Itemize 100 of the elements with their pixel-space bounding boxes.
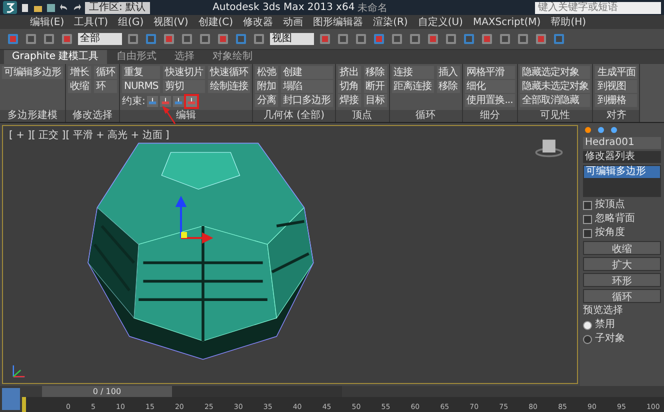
save-icon[interactable] [46, 2, 56, 12]
radio-label: 子对象 [595, 333, 625, 345]
ribbon-button[interactable]: 环 [94, 80, 117, 93]
radio-label: 禁用 [595, 319, 615, 331]
ribbon-button[interactable]: 到视图 [595, 80, 638, 93]
ribbon-button[interactable]: 可编辑多边形 [2, 66, 63, 79]
ribbon-tab[interactable]: 选择 [166, 50, 203, 64]
time-slider-thumb[interactable]: 0 / 100 [42, 386, 172, 397]
ribbon-button[interactable]: 分离 [255, 94, 278, 107]
checkbox[interactable] [583, 214, 592, 224]
ribbon-button[interactable]: 移除 [364, 66, 387, 79]
ribbon-button[interactable]: 网格平滑 [464, 66, 515, 79]
menu-item[interactable]: 组(G) [118, 16, 144, 28]
workspace-dropdown[interactable]: 工作区: 默认 [85, 2, 150, 14]
constraint-button[interactable] [186, 96, 198, 106]
ribbon-button[interactable]: 隐藏选定对象 [520, 66, 590, 79]
ribbon-button[interactable]: 挤出 [338, 66, 361, 79]
ribbon-button[interactable]: 剪切 [163, 80, 206, 93]
ribbon-panel-title[interactable]: 顶点 [336, 110, 389, 122]
ribbon-button[interactable]: 绘制连接 [208, 80, 250, 93]
constraint-button[interactable] [147, 96, 158, 106]
time-slider-track[interactable]: 0 / 100 [42, 386, 342, 397]
menu-item[interactable]: 工具(T) [74, 16, 108, 28]
redo-icon[interactable] [72, 2, 82, 12]
constraint-label: 约束: [122, 94, 146, 108]
ribbon-button[interactable]: 隐藏未选定对象 [520, 80, 590, 93]
ribbon-button[interactable]: 附加 [255, 80, 278, 93]
menu-item[interactable]: 编辑(E) [30, 16, 64, 28]
document-name: 未命名 [358, 2, 388, 14]
ribbon-button[interactable]: 重复 [122, 66, 160, 79]
command-button[interactable]: 扩大 [583, 257, 661, 271]
ribbon-button[interactable]: NURMS [122, 80, 160, 93]
ribbon-button[interactable]: 焊接 [338, 94, 361, 107]
ribbon-button[interactable]: 到栅格 [595, 94, 638, 107]
ribbon-button[interactable]: 细化 [464, 80, 515, 93]
radio-button[interactable] [583, 334, 592, 344]
constraint-button[interactable] [173, 96, 184, 106]
ribbon-button[interactable]: 快速循环 [208, 66, 250, 79]
move-gizmo-icon[interactable] [173, 196, 213, 246]
menu-item[interactable]: 动画 [283, 16, 304, 28]
checkbox-label: 按顶点 [595, 199, 625, 211]
ribbon-button[interactable]: 目标 [364, 94, 387, 107]
ribbon-button[interactable]: 断开 [364, 80, 387, 93]
ribbon-panel-title[interactable]: 细分 [462, 110, 517, 122]
ribbon-panel-title[interactable]: 修改选择 [66, 110, 119, 122]
checkbox[interactable] [583, 228, 592, 238]
menu-item[interactable]: MAXScript(M) [472, 16, 541, 28]
menu-item[interactable]: 自定义(U) [418, 16, 463, 28]
menu-item[interactable]: 渲染(R) [373, 16, 408, 28]
ribbon-button[interactable]: 使用置换... [464, 94, 515, 107]
selection-filter-dropdown[interactable]: 全部 [78, 33, 122, 45]
ribbon-panel-title[interactable]: 可见性 [518, 110, 592, 122]
ribbon-panel-title[interactable]: 对齐 [593, 110, 640, 122]
axis-tripod-icon [11, 363, 27, 379]
menu-item[interactable]: 帮助(H) [550, 16, 586, 28]
undo-icon[interactable] [59, 2, 69, 12]
ribbon-button[interactable]: 移除 [436, 80, 460, 93]
stack-item[interactable]: 可编辑多边形 [584, 166, 660, 178]
ribbon-panel-title[interactable]: 循环 [390, 110, 462, 122]
ribbon-panel-title[interactable]: 几何体 (全部) [253, 110, 335, 122]
ribbon-button[interactable]: 全部取消隐藏 [520, 94, 590, 107]
object-name-field[interactable]: Hedra001 [583, 137, 661, 149]
ribbon-button[interactable]: 插入 [436, 66, 460, 79]
ribbon-button[interactable]: 快速切片 [163, 66, 206, 79]
ribbon-button[interactable]: 增长 [68, 66, 91, 79]
command-button[interactable]: 收缩 [583, 241, 661, 255]
viewport-label[interactable]: [ + ][ 正交 ][ 平滑 + 高光 + 边面 ] [9, 128, 170, 142]
ribbon-button[interactable]: 塌陷 [281, 80, 333, 93]
radio-button[interactable] [583, 320, 592, 330]
ribbon-tab[interactable]: 自由形式 [108, 50, 165, 64]
menu-item[interactable]: 修改器 [243, 16, 274, 28]
command-button[interactable]: 循环 [583, 289, 661, 303]
ribbon-button[interactable]: 封口多边形 [281, 94, 333, 107]
menu-item[interactable]: 创建(C) [198, 16, 234, 28]
callout-arrow [162, 106, 176, 125]
ribbon-button[interactable]: 循环 [94, 66, 117, 79]
ribbon-button[interactable]: 松弛 [255, 66, 278, 79]
ribbon-button[interactable]: 距离连接 [392, 80, 434, 93]
ribbon-button[interactable]: 创建 [281, 66, 333, 79]
viewport[interactable]: [ + ][ 正交 ][ 平滑 + 高光 + 边面 ] [2, 125, 578, 384]
ribbon-button[interactable]: 切角 [338, 80, 361, 93]
app-logo-icon[interactable] [3, 1, 17, 14]
group-title: 预览选择 [583, 305, 624, 317]
ribbon-button[interactable]: 连接 [392, 66, 434, 79]
modifier-list-dropdown[interactable]: 修改器列表 [583, 151, 661, 163]
ribbon-tab[interactable]: Graphite 建模工具 [4, 50, 107, 64]
ribbon-button[interactable]: 收缩 [68, 80, 91, 93]
menu-item[interactable]: 视图(V) [154, 16, 188, 28]
new-file-icon[interactable] [20, 2, 30, 12]
constraint-button[interactable] [160, 96, 172, 106]
ribbon-tab[interactable]: 对象绘制 [204, 50, 261, 64]
checkbox[interactable] [583, 200, 592, 210]
reference-coordinate-dropdown[interactable]: 视图 [270, 33, 314, 45]
search-field[interactable]: 键入关键字或短语 [535, 2, 661, 14]
menu-item[interactable]: 图形编辑器 [313, 16, 364, 28]
ribbon-button[interactable]: 生成平面 [595, 66, 638, 79]
checkbox-label: 按角度 [595, 227, 625, 239]
command-button[interactable]: 环形 [583, 273, 661, 287]
ribbon-panel-title[interactable]: 多边形建模 [0, 110, 65, 122]
ribbon-panel-title[interactable]: 编辑 [120, 110, 252, 122]
